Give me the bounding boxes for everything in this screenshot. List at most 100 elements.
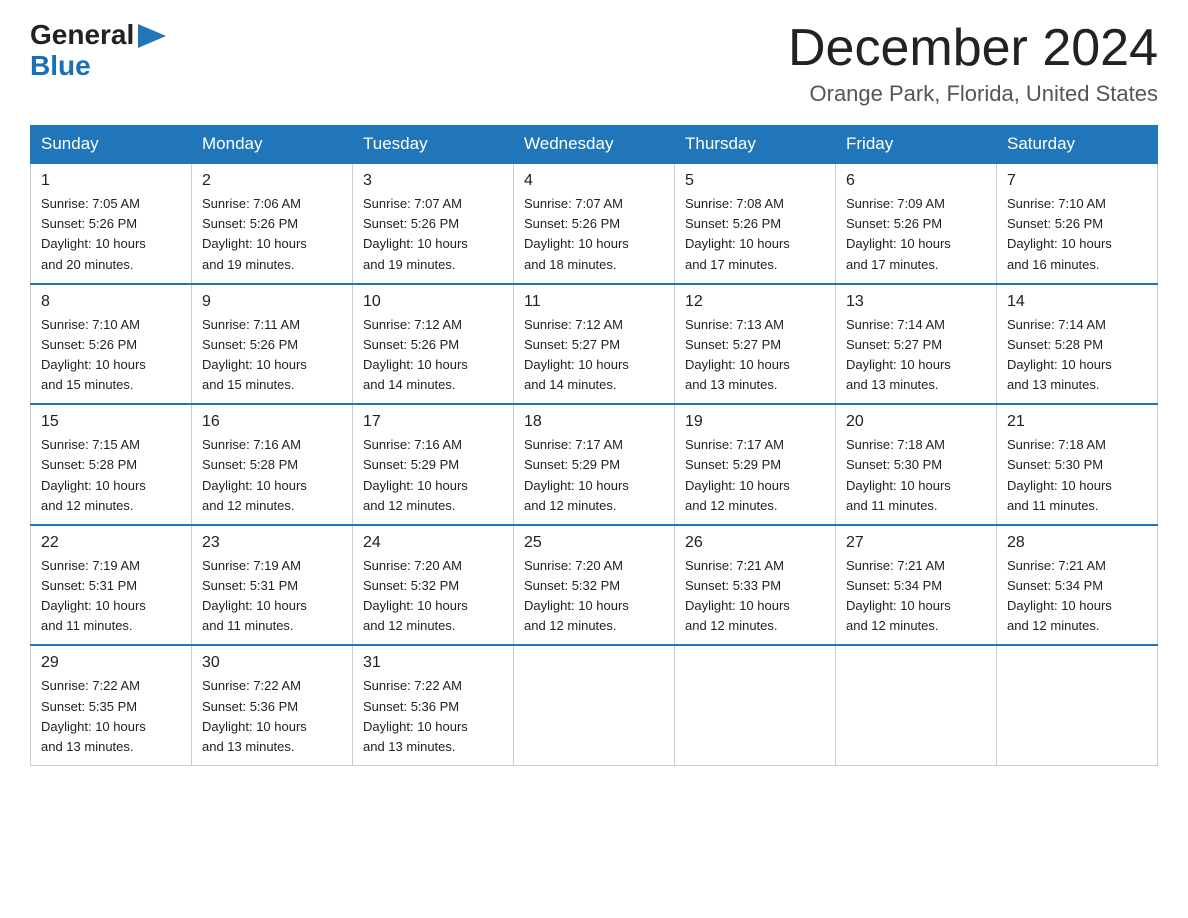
day-info: Sunrise: 7:18 AM Sunset: 5:30 PM Dayligh…: [846, 435, 986, 516]
day-info: Sunrise: 7:21 AM Sunset: 5:33 PM Dayligh…: [685, 556, 825, 637]
day-number: 21: [1007, 413, 1147, 431]
day-number: 6: [846, 172, 986, 190]
logo-blue: Blue: [30, 51, 91, 82]
day-number: 13: [846, 293, 986, 311]
calendar-cell: 12 Sunrise: 7:13 AM Sunset: 5:27 PM Dayl…: [675, 284, 836, 405]
day-header-wednesday: Wednesday: [514, 126, 675, 164]
day-header-friday: Friday: [836, 126, 997, 164]
day-header-sunday: Sunday: [31, 126, 192, 164]
month-title: December 2024: [788, 20, 1158, 77]
calendar-cell: 20 Sunrise: 7:18 AM Sunset: 5:30 PM Dayl…: [836, 404, 997, 525]
day-number: 17: [363, 413, 503, 431]
calendar-cell: 14 Sunrise: 7:14 AM Sunset: 5:28 PM Dayl…: [997, 284, 1158, 405]
day-info: Sunrise: 7:10 AM Sunset: 5:26 PM Dayligh…: [1007, 194, 1147, 275]
calendar-cell: 8 Sunrise: 7:10 AM Sunset: 5:26 PM Dayli…: [31, 284, 192, 405]
logo: General Blue: [30, 20, 166, 82]
day-info: Sunrise: 7:16 AM Sunset: 5:28 PM Dayligh…: [202, 435, 342, 516]
calendar-cell: 29 Sunrise: 7:22 AM Sunset: 5:35 PM Dayl…: [31, 645, 192, 765]
day-info: Sunrise: 7:19 AM Sunset: 5:31 PM Dayligh…: [41, 556, 181, 637]
day-info: Sunrise: 7:17 AM Sunset: 5:29 PM Dayligh…: [524, 435, 664, 516]
week-row-3: 15 Sunrise: 7:15 AM Sunset: 5:28 PM Dayl…: [31, 404, 1158, 525]
day-number: 2: [202, 172, 342, 190]
calendar-cell: 7 Sunrise: 7:10 AM Sunset: 5:26 PM Dayli…: [997, 163, 1158, 284]
day-info: Sunrise: 7:22 AM Sunset: 5:36 PM Dayligh…: [202, 676, 342, 757]
logo-general: General: [30, 20, 134, 51]
day-number: 27: [846, 534, 986, 552]
title-area: December 2024 Orange Park, Florida, Unit…: [788, 20, 1158, 107]
day-number: 24: [363, 534, 503, 552]
calendar-cell: [514, 645, 675, 765]
day-info: Sunrise: 7:05 AM Sunset: 5:26 PM Dayligh…: [41, 194, 181, 275]
days-header-row: SundayMondayTuesdayWednesdayThursdayFrid…: [31, 126, 1158, 164]
day-info: Sunrise: 7:09 AM Sunset: 5:26 PM Dayligh…: [846, 194, 986, 275]
day-header-saturday: Saturday: [997, 126, 1158, 164]
day-number: 23: [202, 534, 342, 552]
calendar-cell: 10 Sunrise: 7:12 AM Sunset: 5:26 PM Dayl…: [353, 284, 514, 405]
day-number: 12: [685, 293, 825, 311]
day-number: 4: [524, 172, 664, 190]
day-header-monday: Monday: [192, 126, 353, 164]
day-number: 15: [41, 413, 181, 431]
day-number: 9: [202, 293, 342, 311]
day-info: Sunrise: 7:20 AM Sunset: 5:32 PM Dayligh…: [363, 556, 503, 637]
day-number: 5: [685, 172, 825, 190]
day-number: 3: [363, 172, 503, 190]
calendar-cell: 16 Sunrise: 7:16 AM Sunset: 5:28 PM Dayl…: [192, 404, 353, 525]
week-row-1: 1 Sunrise: 7:05 AM Sunset: 5:26 PM Dayli…: [31, 163, 1158, 284]
calendar-cell: 4 Sunrise: 7:07 AM Sunset: 5:26 PM Dayli…: [514, 163, 675, 284]
calendar-cell: [836, 645, 997, 765]
day-info: Sunrise: 7:21 AM Sunset: 5:34 PM Dayligh…: [846, 556, 986, 637]
day-info: Sunrise: 7:10 AM Sunset: 5:26 PM Dayligh…: [41, 315, 181, 396]
day-number: 19: [685, 413, 825, 431]
calendar-cell: 1 Sunrise: 7:05 AM Sunset: 5:26 PM Dayli…: [31, 163, 192, 284]
calendar-cell: 23 Sunrise: 7:19 AM Sunset: 5:31 PM Dayl…: [192, 525, 353, 646]
day-number: 18: [524, 413, 664, 431]
day-info: Sunrise: 7:12 AM Sunset: 5:26 PM Dayligh…: [363, 315, 503, 396]
day-info: Sunrise: 7:07 AM Sunset: 5:26 PM Dayligh…: [524, 194, 664, 275]
calendar-cell: 24 Sunrise: 7:20 AM Sunset: 5:32 PM Dayl…: [353, 525, 514, 646]
calendar-cell: 28 Sunrise: 7:21 AM Sunset: 5:34 PM Dayl…: [997, 525, 1158, 646]
day-number: 7: [1007, 172, 1147, 190]
day-info: Sunrise: 7:22 AM Sunset: 5:35 PM Dayligh…: [41, 676, 181, 757]
page-header: General Blue December 2024 Orange Park, …: [30, 20, 1158, 107]
day-info: Sunrise: 7:11 AM Sunset: 5:26 PM Dayligh…: [202, 315, 342, 396]
calendar-cell: 19 Sunrise: 7:17 AM Sunset: 5:29 PM Dayl…: [675, 404, 836, 525]
calendar-cell: 5 Sunrise: 7:08 AM Sunset: 5:26 PM Dayli…: [675, 163, 836, 284]
day-number: 22: [41, 534, 181, 552]
day-number: 29: [41, 654, 181, 672]
calendar-cell: 30 Sunrise: 7:22 AM Sunset: 5:36 PM Dayl…: [192, 645, 353, 765]
calendar-cell: 9 Sunrise: 7:11 AM Sunset: 5:26 PM Dayli…: [192, 284, 353, 405]
calendar-cell: 17 Sunrise: 7:16 AM Sunset: 5:29 PM Dayl…: [353, 404, 514, 525]
day-number: 28: [1007, 534, 1147, 552]
calendar-cell: 21 Sunrise: 7:18 AM Sunset: 5:30 PM Dayl…: [997, 404, 1158, 525]
calendar-cell: 22 Sunrise: 7:19 AM Sunset: 5:31 PM Dayl…: [31, 525, 192, 646]
day-number: 30: [202, 654, 342, 672]
day-number: 11: [524, 293, 664, 311]
day-info: Sunrise: 7:13 AM Sunset: 5:27 PM Dayligh…: [685, 315, 825, 396]
calendar-cell: 11 Sunrise: 7:12 AM Sunset: 5:27 PM Dayl…: [514, 284, 675, 405]
day-info: Sunrise: 7:12 AM Sunset: 5:27 PM Dayligh…: [524, 315, 664, 396]
calendar-cell: 31 Sunrise: 7:22 AM Sunset: 5:36 PM Dayl…: [353, 645, 514, 765]
day-info: Sunrise: 7:18 AM Sunset: 5:30 PM Dayligh…: [1007, 435, 1147, 516]
logo-arrow-icon: [138, 24, 166, 48]
day-number: 25: [524, 534, 664, 552]
week-row-5: 29 Sunrise: 7:22 AM Sunset: 5:35 PM Dayl…: [31, 645, 1158, 765]
day-number: 31: [363, 654, 503, 672]
day-header-thursday: Thursday: [675, 126, 836, 164]
calendar-cell: 15 Sunrise: 7:15 AM Sunset: 5:28 PM Dayl…: [31, 404, 192, 525]
day-info: Sunrise: 7:14 AM Sunset: 5:28 PM Dayligh…: [1007, 315, 1147, 396]
calendar-cell: 6 Sunrise: 7:09 AM Sunset: 5:26 PM Dayli…: [836, 163, 997, 284]
calendar-cell: 3 Sunrise: 7:07 AM Sunset: 5:26 PM Dayli…: [353, 163, 514, 284]
day-info: Sunrise: 7:19 AM Sunset: 5:31 PM Dayligh…: [202, 556, 342, 637]
calendar-cell: 13 Sunrise: 7:14 AM Sunset: 5:27 PM Dayl…: [836, 284, 997, 405]
day-info: Sunrise: 7:08 AM Sunset: 5:26 PM Dayligh…: [685, 194, 825, 275]
day-number: 26: [685, 534, 825, 552]
calendar-cell: [997, 645, 1158, 765]
day-info: Sunrise: 7:21 AM Sunset: 5:34 PM Dayligh…: [1007, 556, 1147, 637]
calendar-cell: 27 Sunrise: 7:21 AM Sunset: 5:34 PM Dayl…: [836, 525, 997, 646]
calendar-cell: 18 Sunrise: 7:17 AM Sunset: 5:29 PM Dayl…: [514, 404, 675, 525]
location-title: Orange Park, Florida, United States: [788, 81, 1158, 107]
day-info: Sunrise: 7:20 AM Sunset: 5:32 PM Dayligh…: [524, 556, 664, 637]
day-number: 14: [1007, 293, 1147, 311]
day-info: Sunrise: 7:14 AM Sunset: 5:27 PM Dayligh…: [846, 315, 986, 396]
